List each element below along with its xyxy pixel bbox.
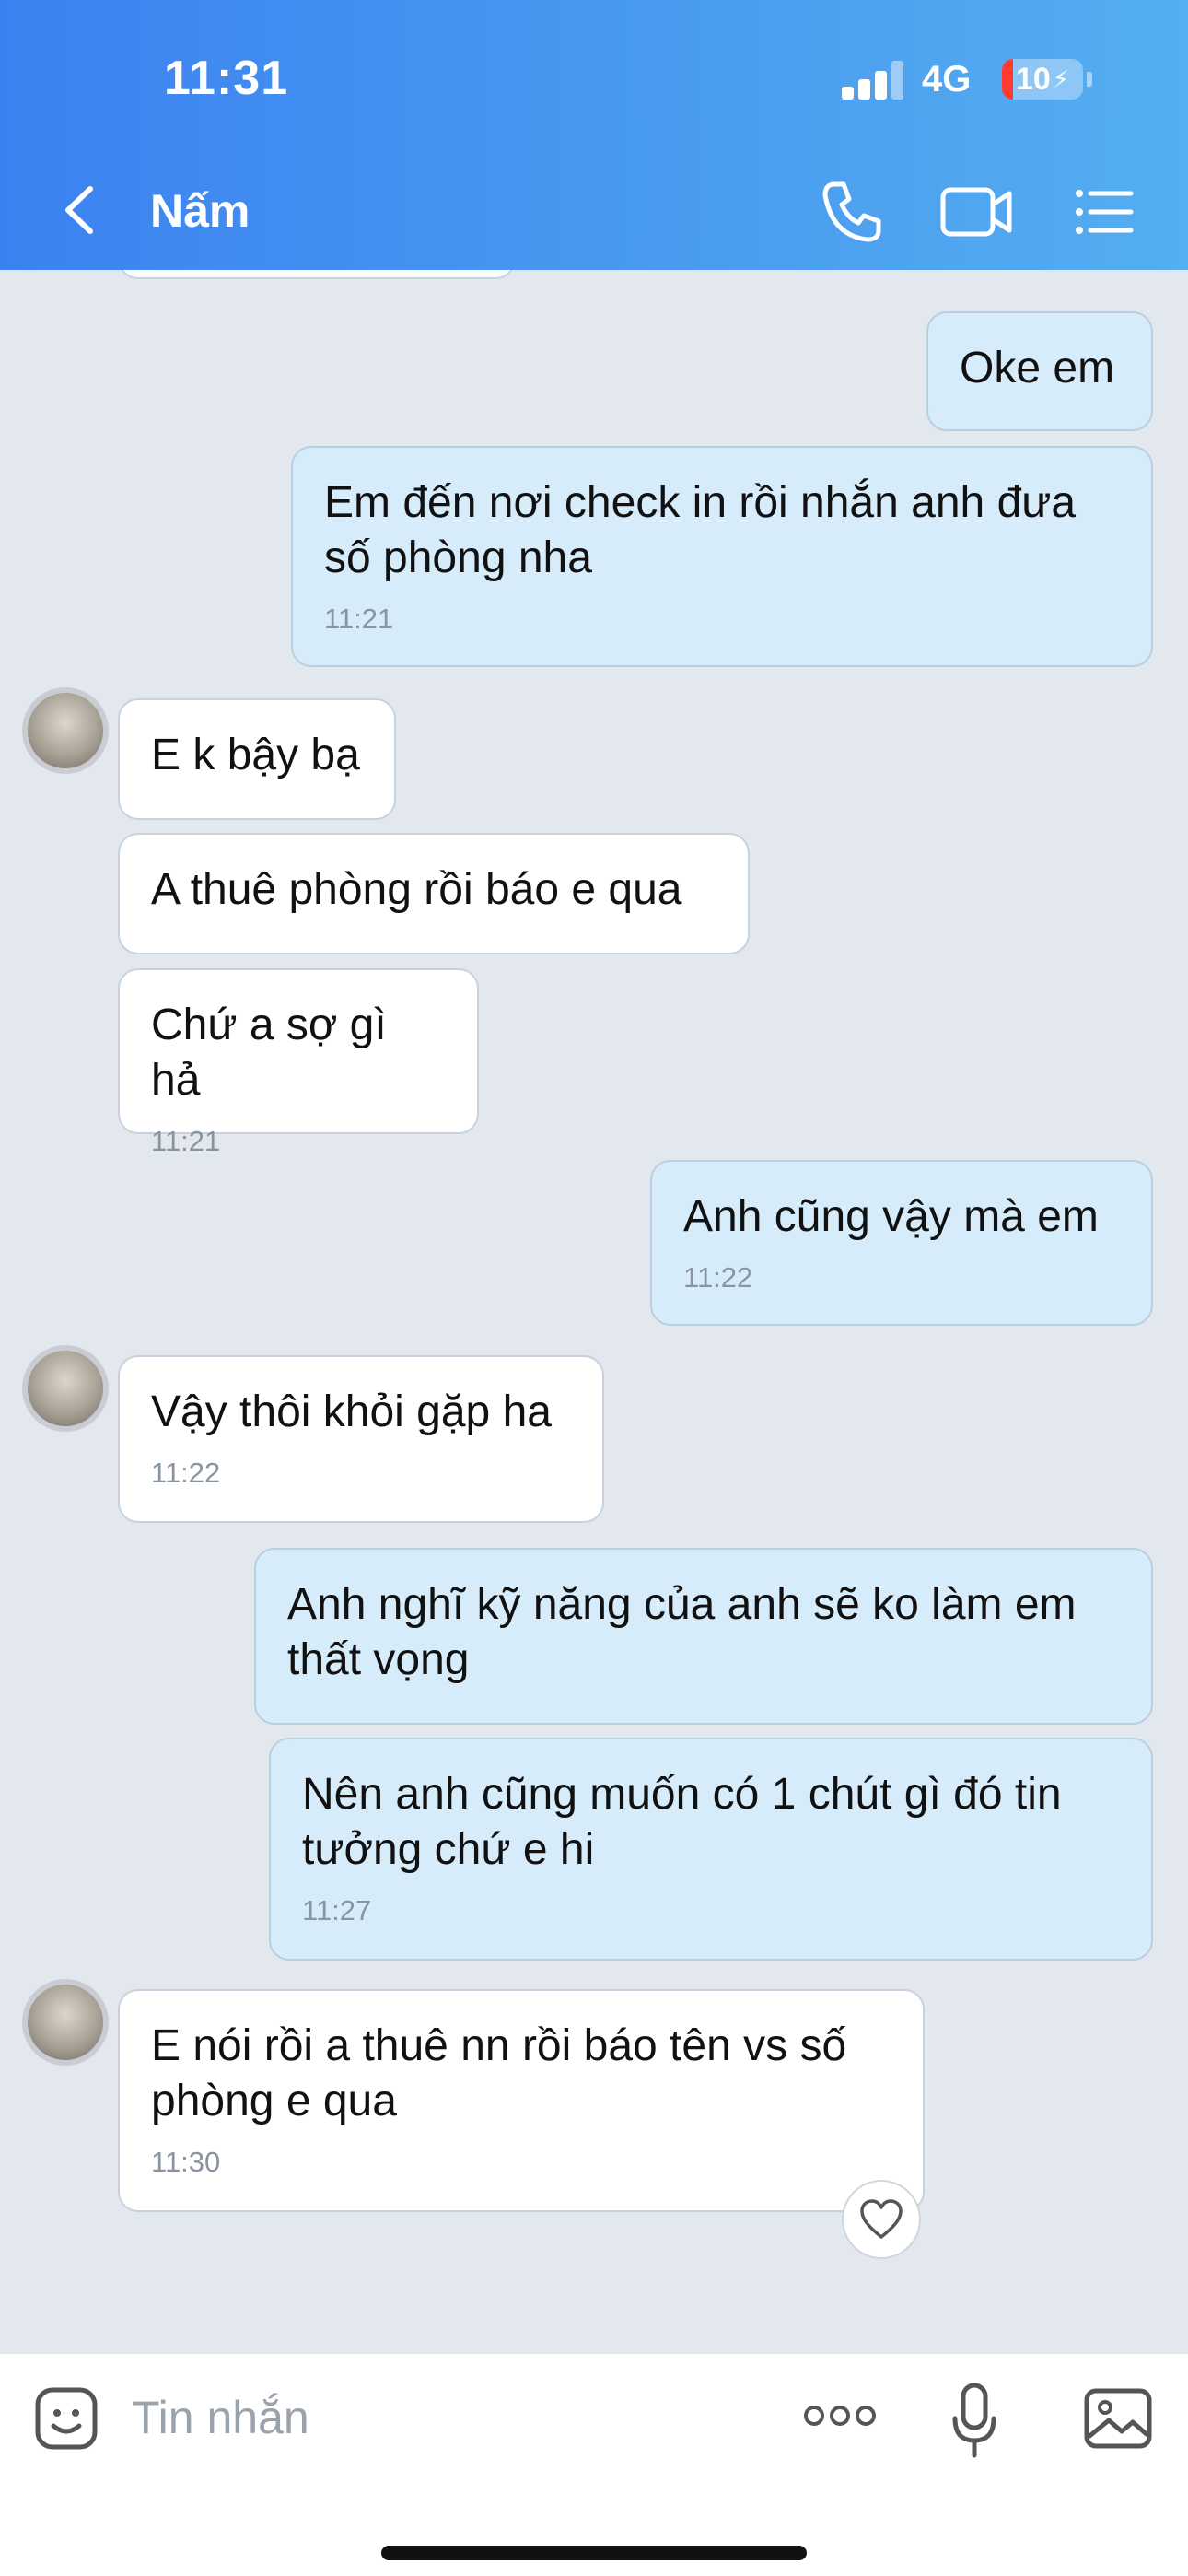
more-dots-icon (804, 2406, 876, 2426)
message-text: Oke em (960, 344, 1115, 392)
video-call-button[interactable] (938, 175, 1015, 253)
message-text: Nên anh cũng muốn có 1 chút gì đó tin tư… (302, 1770, 1062, 1874)
home-indicator (381, 2546, 807, 2560)
message-text: Anh nghĩ kỹ năng của anh sẽ ko làm em th… (287, 1580, 1077, 1684)
message-bubble-outgoing[interactable]: Nên anh cũng muốn có 1 chút gì đó tin tư… (269, 1738, 1153, 1961)
network-type: 4G (922, 59, 972, 100)
voice-button[interactable] (950, 2382, 998, 2464)
message-text: E nói rồi a thuê nn rồi báo tên vs số ph… (151, 2021, 847, 2125)
phone-icon (822, 181, 881, 242)
message-bubble-incoming[interactable]: E k bậy bạ (118, 698, 396, 820)
message-time: 11:21 (324, 603, 394, 635)
back-button[interactable] (57, 178, 103, 242)
message-bubble-incoming[interactable]: Chứ a sợ gì hả 11:21 (118, 968, 479, 1157)
cellular-signal-icon (842, 61, 903, 100)
image-button[interactable] (1083, 2387, 1153, 2454)
message-time: 11:30 (151, 2146, 221, 2178)
message-input[interactable]: Tin nhắn (132, 2391, 309, 2444)
battery-icon: 10 ⚡ (1002, 59, 1083, 100)
message-bubble-incoming[interactable]: E nói rồi a thuê nn rồi báo tên vs số ph… (118, 1989, 925, 2212)
message-bubble-outgoing[interactable]: Oke em (926, 311, 1153, 431)
avatar[interactable] (22, 1345, 109, 1432)
sticker-face-icon (35, 2387, 98, 2450)
reaction-button[interactable] (842, 2180, 921, 2259)
composer-bar: Tin nhắn (0, 2352, 1188, 2576)
battery-level: 10 (1015, 61, 1051, 97)
message-bubble-outgoing[interactable]: Anh nghĩ kỹ năng của anh sẽ ko làm em th… (254, 1548, 1153, 1725)
message-time: 11:21 (151, 1125, 221, 1157)
message-text: Em đến nơi check in rồi nhắn anh đưa số … (324, 478, 1077, 582)
avatar[interactable] (22, 1979, 109, 2066)
status-time: 11:31 (164, 52, 289, 105)
battery-tip (1087, 72, 1092, 87)
chevron-left-icon (65, 186, 93, 234)
message-bubble-partial[interactable] (118, 270, 516, 279)
conversation-title[interactable]: Nấm (150, 184, 250, 238)
message-text: Chứ a sợ gì hả (151, 1001, 387, 1105)
message-bubble-outgoing[interactable]: Anh cũng vậy mà em 11:22 (650, 1160, 1153, 1326)
sticker-button[interactable] (33, 2385, 99, 2456)
conversation-menu-button[interactable] (1072, 175, 1136, 253)
message-list[interactable]: Oke em Em đến nơi check in rồi nhắn anh … (0, 270, 1188, 2352)
message-text: Vậy thôi khỏi gặp ha (151, 1388, 552, 1436)
message-time: 11:22 (151, 1457, 221, 1489)
video-camera-icon (940, 187, 1012, 237)
message-bubble-incoming[interactable]: Vậy thôi khỏi gặp ha 11:22 (118, 1355, 604, 1523)
more-button[interactable] (803, 2402, 877, 2434)
image-icon (1084, 2388, 1152, 2449)
message-text: Anh cũng vậy mà em (683, 1192, 1099, 1241)
message-bubble-incoming[interactable]: A thuê phòng rồi báo e qua (118, 833, 750, 954)
message-time: 11:22 (683, 1261, 753, 1294)
list-menu-icon (1076, 190, 1134, 234)
call-button[interactable] (814, 175, 888, 253)
avatar[interactable] (22, 687, 109, 774)
message-text: A thuê phòng rồi báo e qua (151, 865, 682, 914)
message-bubble-outgoing[interactable]: Em đến nơi check in rồi nhắn anh đưa số … (291, 446, 1153, 667)
top-bar: 11:31 4G 10 ⚡ Nấm (0, 0, 1188, 270)
message-time: 11:27 (302, 1894, 372, 1926)
message-text: E k bậy bạ (151, 731, 360, 779)
microphone-icon (952, 2383, 996, 2458)
heart-icon (860, 2199, 903, 2239)
